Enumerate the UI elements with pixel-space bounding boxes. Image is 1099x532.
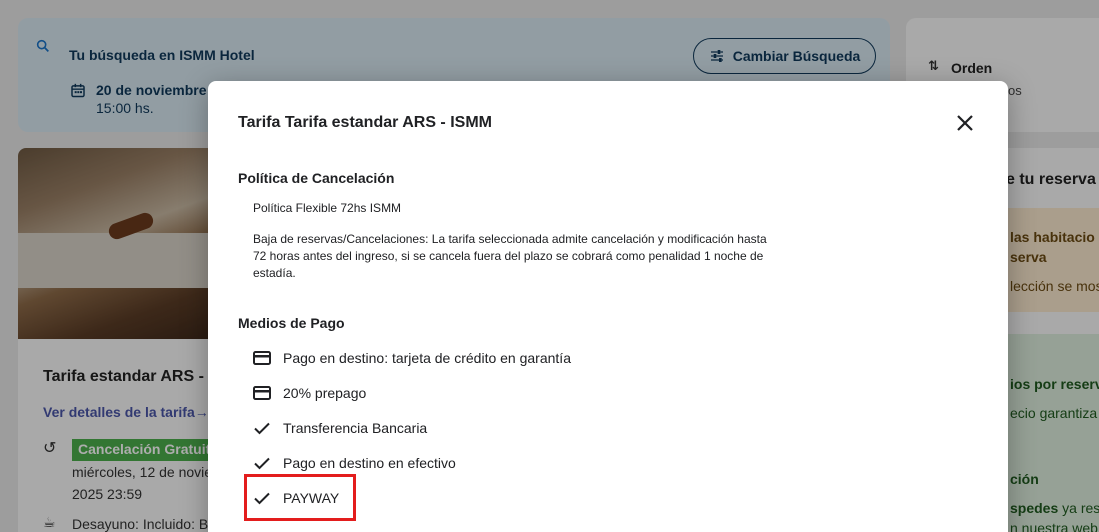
credit-card-icon [253, 384, 271, 402]
credit-card-icon [253, 349, 271, 367]
payment-method-item: Pago en destino: tarjeta de crédito en g… [253, 347, 571, 369]
cancellation-policy-heading: Política de Cancelación [238, 170, 395, 186]
payment-method-label: Pago en destino en efectivo [283, 455, 456, 471]
payment-method-item: Transferencia Bancaria [253, 417, 427, 439]
close-button[interactable] [952, 110, 978, 136]
check-icon [253, 419, 271, 437]
payment-method-item: 20% prepago [253, 382, 366, 404]
payment-method-label: Transferencia Bancaria [283, 420, 428, 436]
payment-method-label: Pago en destino: tarjeta de crédito en g… [283, 350, 571, 366]
check-icon [253, 454, 271, 472]
payment-method-label: 20% prepago [283, 385, 367, 401]
policy-name: Política Flexible 72hs ISMM [253, 201, 402, 215]
close-icon [957, 115, 973, 131]
payment-method-item: Pago en destino en efectivo [253, 452, 456, 474]
modal-title: Tarifa Tarifa estandar ARS - ISMM [238, 114, 492, 131]
policy-text: Baja de reservas/Cancelaciones: La tarif… [253, 232, 767, 280]
payment-methods-heading: Medios de Pago [238, 315, 345, 331]
highlight-box [244, 474, 356, 521]
rate-details-modal: Tarifa Tarifa estandar ARS - ISMM Políti… [208, 81, 1008, 532]
